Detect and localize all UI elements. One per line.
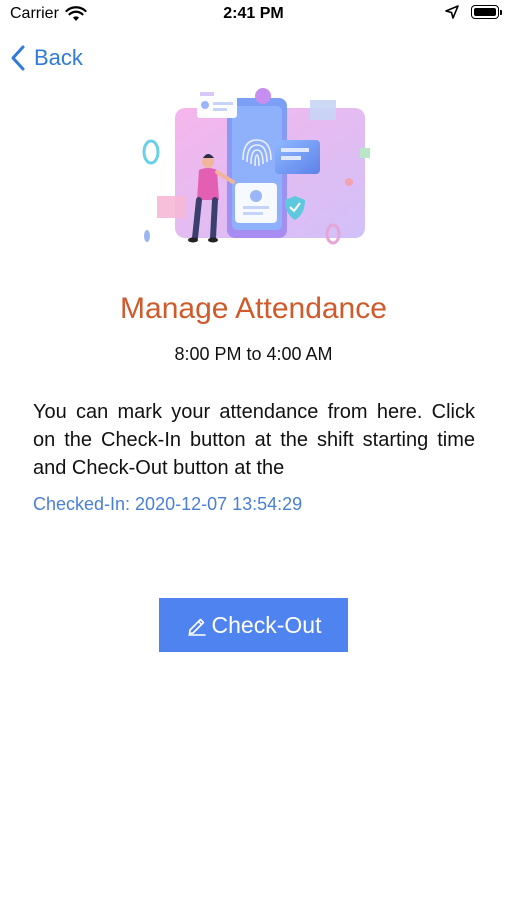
status-time: 2:41 PM (223, 5, 284, 22)
attendance-screen: Carrier 2:41 PM Back Manage Attendance 8… (0, 0, 507, 900)
attendance-illustration (142, 88, 370, 245)
location-icon (445, 5, 459, 19)
shift-time: 8:00 PM to 4:00 AM (174, 344, 333, 364)
chevron-left-icon (11, 45, 25, 71)
check-out-button[interactable]: Check-Out (159, 598, 348, 652)
check-out-label: Check-Out (211, 611, 322, 638)
battery-icon (471, 5, 502, 19)
attendance-description: You can mark your attendance from here. … (33, 401, 475, 479)
page-title: Manage Attendance (120, 292, 387, 325)
back-button[interactable]: Back (10, 42, 83, 74)
status-icons (445, 5, 502, 19)
pencil-icon (187, 618, 206, 636)
status-bar: Carrier 2:41 PM (0, 0, 507, 30)
back-label: Back (34, 45, 83, 70)
checked-in-status: Checked-In: 2020-12-07 13:54:29 (33, 494, 303, 514)
